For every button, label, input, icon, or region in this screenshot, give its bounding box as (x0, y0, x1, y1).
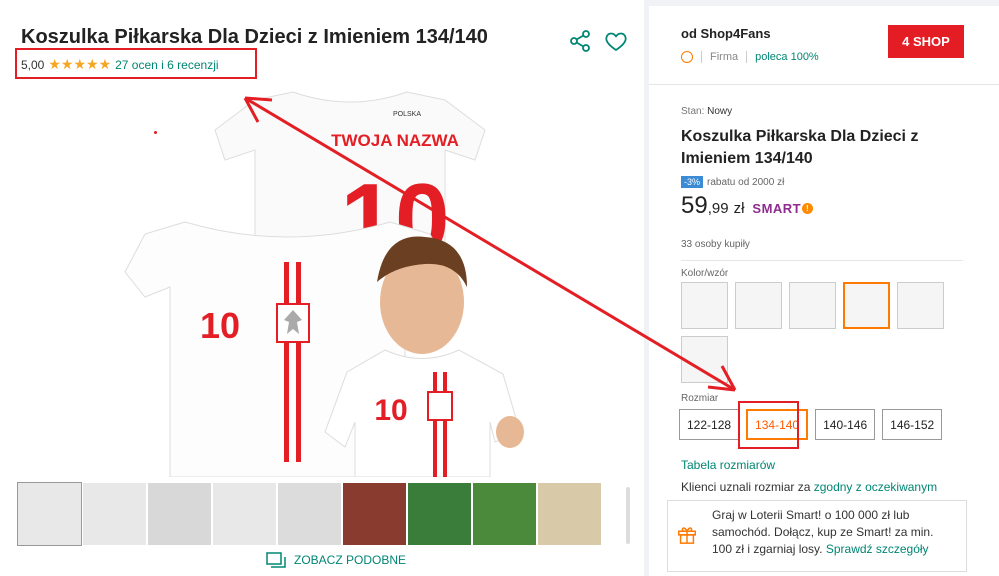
separator (746, 51, 748, 63)
thumbnail-3[interactable] (148, 483, 211, 545)
promo-details-link[interactable]: Sprawdź szczegóły (826, 542, 929, 556)
smart-label: SMART (752, 201, 802, 216)
color-swatch-1[interactable] (681, 282, 728, 329)
size-highlight-box (738, 401, 799, 449)
gallery-icon (266, 552, 286, 568)
color-swatch-3[interactable] (789, 282, 836, 329)
thumbnail-8[interactable] (473, 483, 536, 545)
size-option-1[interactable]: 122-128 (679, 409, 740, 440)
shirt-brand-text: POLSKA (393, 111, 421, 118)
price-fraction: ,99 (707, 200, 729, 217)
thumbnail-6[interactable] (343, 483, 406, 545)
separator (701, 51, 702, 63)
smart-mark-icon: ! (802, 203, 814, 214)
heart-icon[interactable] (604, 29, 628, 53)
size-fit-note: Klienci uznali rozmiar za zgodny z oczek… (681, 480, 937, 494)
smart-lottery-promo: Graj w Loterii Smart! o 100 000 zł lub s… (667, 500, 967, 572)
boy-shirt-number: 10 (374, 394, 407, 427)
condition-label: Stan: (681, 106, 705, 117)
thumbnail-9[interactable] (538, 483, 601, 545)
product-main-image[interactable]: POLSKA TWOJA NAZWA 10 10 10 (115, 82, 535, 477)
size-table-link[interactable]: Tabela rozmiarów (681, 458, 775, 472)
gift-icon (678, 527, 696, 544)
smart-logo: SMART ! (752, 201, 814, 216)
divider (649, 84, 999, 85)
seller-logo[interactable]: 4 SHOP (888, 25, 964, 58)
similar-link[interactable]: ZOBACZ PODOBNE (266, 552, 406, 568)
discount-badge: -3% (681, 176, 704, 188)
size-options: 122-128 134-140 140-146 146-152 (679, 409, 943, 440)
seller-recommend[interactable]: poleca 100% (755, 51, 819, 63)
fit-link[interactable]: zgodny z oczekiwanym (814, 480, 937, 494)
price: 59 ,99 zł SMART ! (681, 192, 814, 220)
thumbnail-2[interactable] (83, 483, 146, 545)
thumbnail-strip (17, 482, 601, 546)
super-seller-icon (681, 51, 693, 63)
thumbnail-5[interactable] (278, 483, 341, 545)
promo-text: Graj w Loterii Smart! o 100 000 zł lub s… (712, 507, 952, 565)
color-swatch-6[interactable] (681, 336, 728, 383)
fit-prefix: Klienci uznali rozmiar za (681, 480, 814, 494)
color-swatch-5[interactable] (897, 282, 944, 329)
color-swatch-2[interactable] (735, 282, 782, 329)
reviews-link[interactable]: 27 ocen i 6 recenzji (115, 58, 218, 72)
size-option-3[interactable]: 140-146 (815, 409, 876, 440)
color-swatches (681, 282, 951, 383)
rating-row: 5,00 ★★★★★ 27 ocen i 6 recenzji (21, 56, 219, 73)
thumbnail-7[interactable] (408, 483, 471, 545)
condition-value: Nowy (707, 106, 733, 117)
product-title: Koszulka Piłkarska Dla Dzieci z Imieniem… (21, 26, 488, 48)
offer-title: Koszulka Piłkarska Dla Dzieci z Imieniem… (681, 128, 919, 167)
seller-meta: Firma poleca 100% (681, 51, 819, 63)
price-currency: zł (733, 200, 745, 217)
rating-value: 5,00 (21, 57, 45, 72)
shirt-front-number: 10 (200, 305, 240, 346)
thumbnail-scroll-handle[interactable] (624, 487, 632, 544)
bought-count: 33 osoby kupiły (681, 239, 750, 250)
rating-stars-icon: ★★★★★ (48, 56, 112, 72)
shirt-back-name: TWOJA NAZWA (331, 131, 459, 150)
divider (681, 260, 963, 261)
size-option-4[interactable]: 146-152 (882, 409, 943, 440)
seller-name[interactable]: od Shop4Fans (681, 26, 771, 41)
thumbnail-1[interactable] (17, 482, 82, 546)
similar-label: ZOBACZ PODOBNE (294, 553, 407, 567)
discount-row: -3% rabatu od 2000 zł (681, 176, 784, 188)
size-label: Rozmiar (681, 393, 719, 404)
color-label: Kolor/wzór (681, 268, 729, 279)
offer-panel: od Shop4Fans 4 SHOP Firma poleca 100% St… (649, 6, 999, 576)
color-swatch-4[interactable] (843, 282, 890, 329)
seller-type: Firma (710, 51, 739, 63)
share-icon[interactable] (568, 29, 592, 53)
condition: Stan: Nowy (681, 106, 732, 117)
product-gallery-panel: Koszulka Piłkarska Dla Dzieci z Imieniem… (0, 0, 644, 576)
price-integer: 59 (681, 192, 708, 219)
thumbnail-4[interactable] (213, 483, 276, 545)
discount-text: rabatu od 2000 zł (707, 176, 785, 188)
